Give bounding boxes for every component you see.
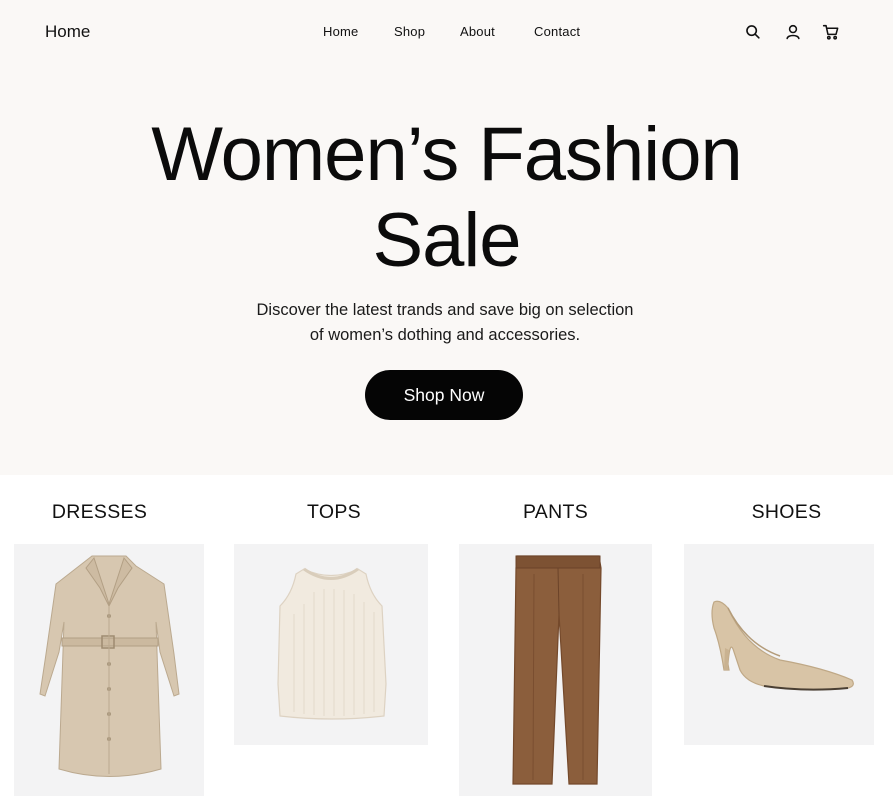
- hero-section: Home Home Shop About Contact Women’s Fas…: [0, 0, 893, 475]
- category-card-tops[interactable]: [234, 544, 428, 745]
- nav-shop[interactable]: Shop: [394, 24, 425, 39]
- hero-title-line1: Women’s Fashion: [151, 112, 742, 197]
- hero-title-line2: Sale: [372, 198, 521, 283]
- cart-icon[interactable]: [821, 22, 841, 42]
- hero-subtitle: Discover the latest trands and save big …: [235, 298, 655, 348]
- nav-home[interactable]: Home: [323, 24, 358, 39]
- category-card-pants[interactable]: [459, 544, 652, 796]
- hero-subtitle-line1: Discover the latest trands and save big …: [256, 301, 634, 319]
- search-icon[interactable]: [743, 22, 763, 42]
- category-card-shoes[interactable]: [684, 544, 874, 745]
- category-label-tops[interactable]: TOPS: [234, 501, 434, 524]
- user-icon[interactable]: [783, 22, 803, 42]
- nav-about[interactable]: About: [460, 24, 495, 39]
- category-label-pants[interactable]: PANTS: [459, 501, 652, 524]
- shop-now-button[interactable]: Shop Now: [365, 370, 523, 420]
- category-card-dresses[interactable]: [14, 544, 204, 796]
- category-label-shoes[interactable]: SHOES: [684, 501, 889, 524]
- shoe-image: [711, 600, 854, 691]
- hero-title: Women’s Fashion Sale: [0, 112, 893, 284]
- top-image: [277, 567, 387, 720]
- nav-contact[interactable]: Contact: [534, 24, 580, 39]
- pants-image: [512, 555, 602, 785]
- dress-image: [39, 555, 180, 777]
- hero-subtitle-line2: of women’s dothing and accessories.: [309, 326, 581, 344]
- category-label-dresses[interactable]: DRESSES: [14, 501, 185, 524]
